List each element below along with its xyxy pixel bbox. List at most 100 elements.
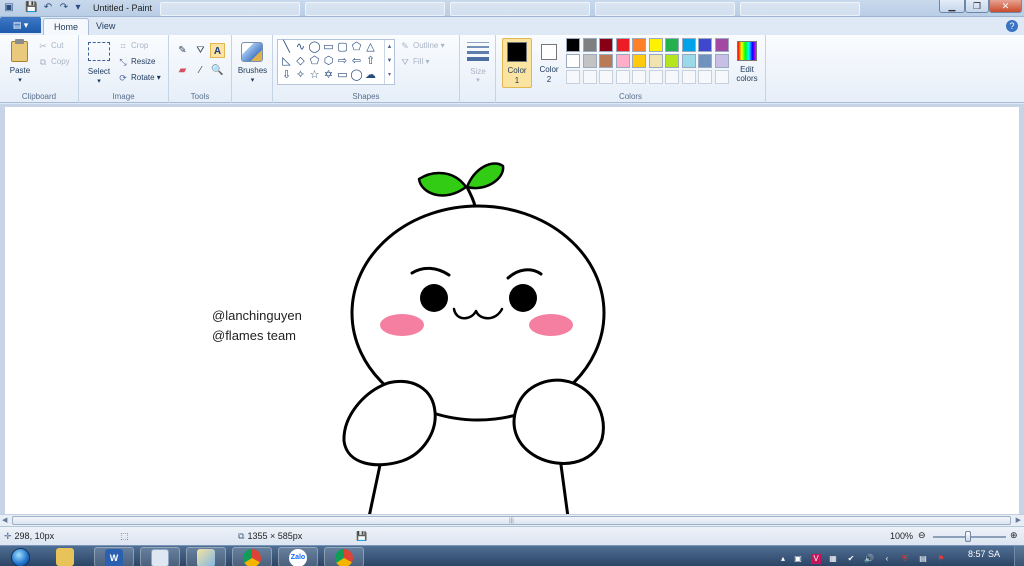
paint-menu-button[interactable]: ▤ ▾: [0, 17, 41, 33]
palette-swatch[interactable]: [714, 38, 729, 52]
volume-icon[interactable]: 🔊: [864, 554, 874, 564]
custom-color-slot[interactable]: [714, 70, 729, 84]
palette-swatch[interactable]: [599, 38, 613, 52]
palette-swatch[interactable]: [615, 38, 630, 52]
right-arrow-shape-icon[interactable]: ⇨: [336, 55, 349, 68]
palette-swatch[interactable]: [582, 38, 597, 52]
line-shape-icon[interactable]: ╲: [280, 41, 293, 54]
shapes-scroll-icon[interactable]: ▲ ▼ ▾: [384, 40, 394, 84]
hexagon-shape-icon[interactable]: ⬡: [322, 55, 335, 68]
right-triangle-shape-icon[interactable]: ◺: [280, 55, 293, 68]
tray-app-icon[interactable]: ✔: [846, 554, 856, 564]
taskbar-zalo[interactable]: Zalo: [278, 547, 318, 566]
palette-swatch[interactable]: [599, 54, 613, 68]
five-point-star-shape-icon[interactable]: ☆: [308, 69, 321, 82]
scroll-right-icon[interactable]: ▶: [1016, 516, 1021, 524]
custom-color-slot[interactable]: [681, 70, 696, 84]
custom-color-slot[interactable]: [665, 70, 679, 84]
tray-v-icon[interactable]: V: [811, 554, 821, 564]
paste-button[interactable]: Paste ▾: [6, 39, 34, 87]
start-button[interactable]: [6, 547, 36, 566]
tray-expand-icon[interactable]: ‹: [882, 554, 892, 564]
custom-color-slot[interactable]: [648, 70, 663, 84]
custom-color-slot[interactable]: [599, 70, 613, 84]
security-shield-icon[interactable]: ⛨: [900, 554, 910, 564]
rounded-rectangle-shape-icon[interactable]: ▢: [336, 41, 349, 54]
scrollbar-thumb[interactable]: |||: [12, 516, 1011, 525]
palette-swatch[interactable]: [648, 54, 663, 68]
custom-color-slot[interactable]: [698, 70, 712, 84]
fill-bucket-icon[interactable]: ⛛: [193, 43, 208, 58]
crop-button[interactable]: ⌗ Crop: [118, 41, 148, 51]
palette-swatch[interactable]: [681, 38, 696, 52]
restore-button[interactable]: ❐: [965, 0, 989, 13]
undo-icon[interactable]: ↶: [42, 2, 54, 14]
zoom-in-icon[interactable]: ⊕: [1010, 530, 1018, 541]
palette-swatch[interactable]: [665, 54, 679, 68]
cut-button[interactable]: ✂ Cut: [38, 41, 63, 51]
size-button[interactable]: Size ▾: [463, 39, 493, 95]
palette-swatch[interactable]: [566, 54, 580, 68]
up-arrow-shape-icon[interactable]: ⇧: [364, 55, 377, 68]
taskbar-word[interactable]: W: [94, 547, 134, 566]
taskbar-chrome-2[interactable]: [324, 547, 364, 566]
fill-button[interactable]: ⛛ Fill ▾: [400, 57, 429, 67]
diamond-shape-icon[interactable]: ◇: [294, 55, 307, 68]
copy-button[interactable]: ⧉ Copy: [38, 57, 70, 67]
polygon-shape-icon[interactable]: ⬠: [350, 41, 363, 54]
taskbar-clock[interactable]: 8:57 SA: [962, 549, 1006, 559]
down-arrow-shape-icon[interactable]: ⇩: [280, 69, 293, 82]
brushes-button[interactable]: Brushes ▾: [235, 39, 270, 99]
zoom-out-icon[interactable]: ⊖: [918, 530, 926, 541]
color-picker-icon[interactable]: ⁄: [193, 63, 208, 78]
help-icon[interactable]: ?: [1006, 20, 1018, 32]
pencil-icon[interactable]: ✎: [175, 43, 190, 58]
minimize-button[interactable]: ▁: [939, 0, 965, 13]
taskbar-notepad[interactable]: [140, 547, 180, 566]
oval-shape-icon[interactable]: ◯: [308, 41, 321, 54]
redo-icon[interactable]: ↷: [58, 2, 70, 14]
drawing-canvas[interactable]: @lanchinguyen @flames team: [5, 107, 1019, 514]
rotate-button[interactable]: ⟳ Rotate ▾: [118, 73, 161, 83]
left-arrow-shape-icon[interactable]: ⇦: [350, 55, 363, 68]
close-button[interactable]: ✕: [989, 0, 1022, 13]
taskbar-chrome[interactable]: [232, 547, 272, 566]
custom-color-slot[interactable]: [582, 70, 597, 84]
callout-oval-shape-icon[interactable]: ◯: [350, 69, 363, 82]
scroll-left-icon[interactable]: ◀: [2, 516, 7, 524]
taskbar-paint[interactable]: [186, 547, 226, 566]
network-icon[interactable]: ▤: [918, 554, 928, 564]
color1-button[interactable]: Color 1: [502, 38, 532, 88]
custom-color-slot[interactable]: [566, 70, 580, 84]
palette-swatch[interactable]: [698, 38, 712, 52]
magnifier-icon[interactable]: 🔍: [210, 63, 225, 78]
resize-button[interactable]: ⤡ Resize: [118, 57, 155, 67]
horizontal-scrollbar[interactable]: ◀ ||| ▶: [0, 514, 1024, 526]
curve-shape-icon[interactable]: ∿: [294, 41, 307, 54]
show-desktop-button[interactable]: [1014, 546, 1024, 566]
edit-colors-button[interactable]: Edit colors: [732, 38, 764, 88]
taskbar-file-explorer[interactable]: [46, 547, 86, 566]
palette-swatch[interactable]: [714, 54, 729, 68]
pentagon-shape-icon[interactable]: ⬠: [308, 55, 321, 68]
palette-swatch[interactable]: [698, 54, 712, 68]
tab-home[interactable]: Home: [43, 18, 90, 35]
eraser-icon[interactable]: ▰: [175, 63, 190, 78]
callout-rectangle-shape-icon[interactable]: ▭: [336, 69, 349, 82]
tab-view[interactable]: View: [86, 18, 125, 35]
six-point-star-shape-icon[interactable]: ✡: [322, 69, 335, 82]
select-button[interactable]: Select ▾: [84, 39, 114, 87]
action-center-icon[interactable]: ⚑: [936, 554, 946, 564]
palette-swatch[interactable]: [648, 38, 663, 52]
tray-app-icon[interactable]: ▦: [828, 554, 838, 564]
color2-button[interactable]: Color 2: [534, 38, 564, 88]
tray-app-icon[interactable]: ▣: [793, 554, 803, 564]
custom-color-slot[interactable]: [632, 70, 646, 84]
save-icon[interactable]: 💾: [25, 2, 37, 14]
tray-expand-icon[interactable]: ▴: [778, 554, 788, 564]
custom-color-slot[interactable]: [615, 70, 630, 84]
callout-cloud-shape-icon[interactable]: ☁: [364, 69, 377, 82]
zoom-slider-handle[interactable]: [965, 531, 971, 542]
palette-swatch[interactable]: [582, 54, 597, 68]
palette-swatch[interactable]: [665, 38, 679, 52]
